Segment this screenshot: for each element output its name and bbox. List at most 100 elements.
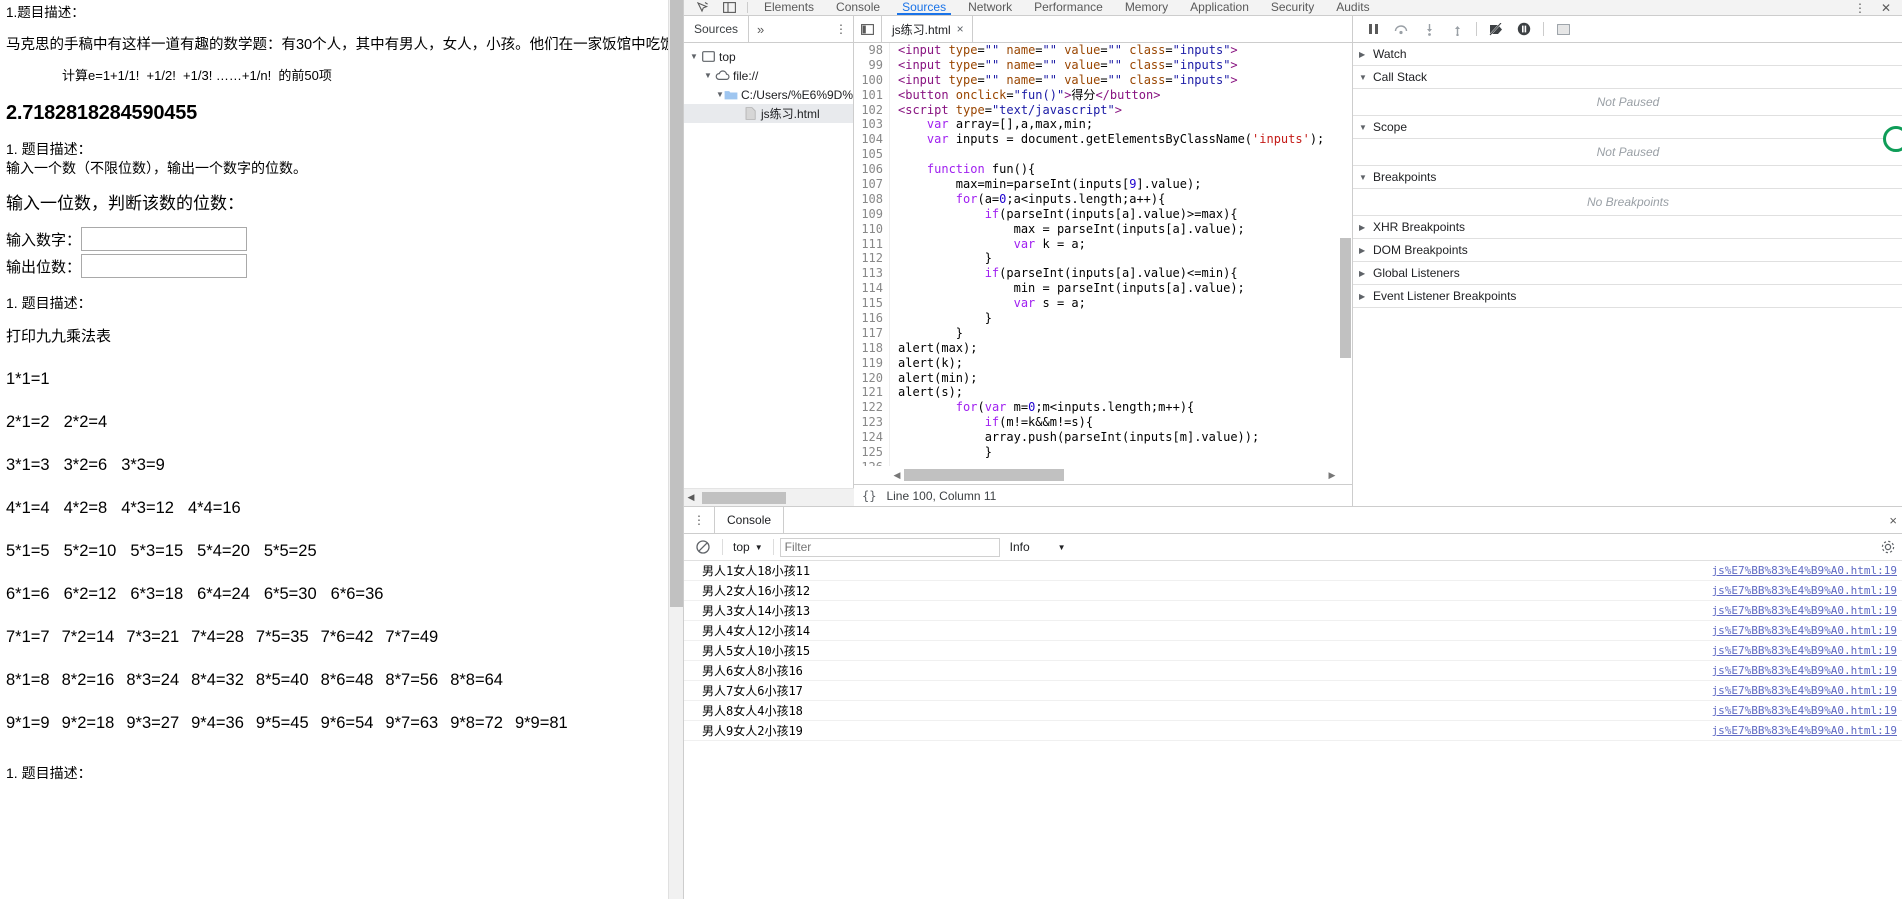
step-into-icon[interactable] bbox=[1415, 16, 1443, 42]
drawer-close-icon[interactable]: × bbox=[1889, 507, 1897, 533]
input-number-field[interactable] bbox=[81, 227, 248, 251]
code-line[interactable]: 107 max=min=parseInt(inputs[9].value); bbox=[854, 177, 1352, 192]
line-number[interactable]: 98 bbox=[854, 43, 890, 58]
console-message-source-link[interactable]: js%E7%BB%83%E4%B9%A0.html:19 bbox=[1712, 604, 1897, 617]
console-context-selector[interactable]: top ▼ bbox=[729, 540, 767, 554]
line-number[interactable]: 123 bbox=[854, 415, 890, 431]
navigator-horizontal-scrollbar[interactable]: ◀ bbox=[684, 488, 854, 506]
console-message-source-link[interactable]: js%E7%BB%83%E4%B9%A0.html:19 bbox=[1712, 624, 1897, 637]
line-number[interactable]: 104 bbox=[854, 132, 890, 148]
page-scrollbar-thumb[interactable] bbox=[670, 0, 683, 607]
line-number[interactable]: 111 bbox=[854, 236, 890, 252]
code-line[interactable]: 115 var s = a; bbox=[854, 296, 1352, 312]
console-filter-input[interactable] bbox=[779, 537, 1000, 557]
code-line[interactable]: 119 alert(k); bbox=[854, 355, 1352, 371]
step-over-icon[interactable] bbox=[1387, 16, 1415, 42]
editor-tab-close-icon[interactable]: × bbox=[957, 23, 964, 35]
line-number[interactable]: 116 bbox=[854, 311, 890, 326]
twisty-expanded-icon[interactable]: ▼ bbox=[688, 52, 700, 61]
tab-console[interactable]: Console bbox=[825, 0, 891, 15]
tab-performance[interactable]: Performance bbox=[1023, 0, 1114, 15]
code-vertical-scrollbar[interactable] bbox=[1339, 43, 1352, 466]
line-number[interactable]: 118 bbox=[854, 340, 890, 356]
twisty-collapsed-icon[interactable]: ▶ bbox=[1359, 50, 1369, 59]
code-line[interactable]: 110 max = parseInt(inputs[a].value); bbox=[854, 221, 1352, 237]
code-scroll-left-arrow[interactable]: ◀ bbox=[890, 470, 904, 481]
console-message-row[interactable]: 男人5女人10小孩15 js%E7%BB%83%E4%B9%A0.html:19 bbox=[684, 641, 1902, 661]
code-line[interactable]: 116 } bbox=[854, 311, 1352, 326]
debugger-section-watch[interactable]: ▶ Watch bbox=[1353, 43, 1902, 66]
code-line[interactable]: 114 min = parseInt(inputs[a].value); bbox=[854, 281, 1352, 297]
nav-scroll-left-arrow[interactable]: ◀ bbox=[684, 492, 698, 503]
code-lines[interactable]: 98 <input type="" name="" value="" class=… bbox=[854, 43, 1352, 466]
console-settings-icon[interactable] bbox=[1881, 534, 1895, 560]
line-number[interactable]: 112 bbox=[854, 251, 890, 267]
pause-icon[interactable] bbox=[1359, 16, 1387, 42]
debugger-section-event-listener-breakpoints[interactable]: ▶ Event Listener Breakpoints bbox=[1353, 285, 1902, 308]
code-line[interactable]: 109 if(parseInt(inputs[a].value)>=max){ bbox=[854, 206, 1352, 222]
code-line[interactable]: 101 <button onclick="fun()">得分</button> bbox=[854, 87, 1352, 103]
code-line[interactable]: 113 if(parseInt(inputs[a].value)<=min){ bbox=[854, 266, 1352, 282]
code-line[interactable]: 122 for(var m=0;m<inputs.length;m++){ bbox=[854, 400, 1352, 416]
debugger-section-call-stack[interactable]: ▼ Call Stack bbox=[1353, 66, 1902, 89]
device-toolbar-icon[interactable] bbox=[716, 0, 742, 15]
line-number[interactable]: 107 bbox=[854, 177, 890, 192]
line-number[interactable]: 117 bbox=[854, 325, 890, 341]
line-number[interactable]: 99 bbox=[854, 57, 890, 73]
tab-application[interactable]: Application bbox=[1179, 0, 1260, 15]
line-number[interactable]: 122 bbox=[854, 400, 890, 416]
line-number[interactable]: 114 bbox=[854, 281, 890, 297]
devtools-close-icon[interactable]: ✕ bbox=[1873, 0, 1899, 15]
twisty-expanded-icon[interactable]: ▼ bbox=[716, 90, 724, 99]
debugger-section-scope[interactable]: ▼ Scope bbox=[1353, 116, 1902, 139]
code-line[interactable]: 108 for(a=0;a<inputs.length;a++){ bbox=[854, 191, 1352, 207]
twisty-expanded-icon[interactable]: ▼ bbox=[1359, 123, 1369, 132]
tab-memory[interactable]: Memory bbox=[1114, 0, 1179, 15]
console-message-source-link[interactable]: js%E7%BB%83%E4%B9%A0.html:19 bbox=[1712, 684, 1897, 697]
line-number[interactable]: 105 bbox=[854, 147, 890, 163]
output-digits-field[interactable] bbox=[81, 254, 248, 278]
file-tree-node-1[interactable]: ▼ file:// bbox=[684, 66, 853, 85]
file-tree-node-2[interactable]: ▼ C:/Users/%E6%9D% bbox=[684, 85, 853, 104]
code-line[interactable]: 123 if(m!=k&&m!=s){ bbox=[854, 415, 1352, 431]
page-vertical-scrollbar[interactable] bbox=[668, 0, 683, 899]
twisty-collapsed-icon[interactable]: ▶ bbox=[1359, 292, 1369, 301]
code-line[interactable]: 120 alert(min); bbox=[854, 370, 1352, 386]
pause-on-exceptions-icon[interactable] bbox=[1510, 16, 1538, 42]
code-line[interactable]: 112 } bbox=[854, 251, 1352, 267]
line-number[interactable]: 108 bbox=[854, 191, 890, 207]
twisty-collapsed-icon[interactable]: ▶ bbox=[1359, 246, 1369, 255]
devtools-menu-icon[interactable]: ⋮ bbox=[1847, 0, 1873, 15]
tab-sources[interactable]: Sources bbox=[891, 0, 957, 15]
code-line[interactable]: 103 var array=[],a,max,min; bbox=[854, 117, 1352, 133]
line-number[interactable]: 103 bbox=[854, 117, 890, 133]
line-number[interactable]: 120 bbox=[854, 370, 890, 386]
code-line[interactable]: 106 function fun(){ bbox=[854, 162, 1352, 178]
navigator-menu-icon[interactable]: ⋮ bbox=[835, 16, 847, 42]
console-message-row[interactable]: 男人3女人14小孩13 js%E7%BB%83%E4%B9%A0.html:19 bbox=[684, 601, 1902, 621]
clear-console-icon[interactable] bbox=[690, 540, 716, 554]
code-scrollbar-thumb[interactable] bbox=[1340, 238, 1351, 358]
console-message-row[interactable]: 男人9女人2小孩19 js%E7%BB%83%E4%B9%A0.html:19 bbox=[684, 721, 1902, 741]
code-line[interactable]: 105 bbox=[854, 147, 1352, 163]
console-message-source-link[interactable]: js%E7%BB%83%E4%B9%A0.html:19 bbox=[1712, 724, 1897, 737]
twisty-expanded-icon[interactable]: ▼ bbox=[1359, 73, 1369, 82]
twisty-expanded-icon[interactable]: ▼ bbox=[1359, 173, 1369, 182]
line-number[interactable]: 121 bbox=[854, 385, 890, 401]
console-level-selector[interactable]: Info ▼ bbox=[1000, 540, 1066, 554]
code-line[interactable]: 98 <input type="" name="" value="" class=… bbox=[854, 43, 1352, 58]
line-number[interactable]: 113 bbox=[854, 266, 890, 282]
file-tree-node-3[interactable]: js练习.html bbox=[684, 104, 853, 123]
code-line[interactable]: 99 <input type="" name="" value="" class=… bbox=[854, 57, 1352, 73]
line-number[interactable]: 102 bbox=[854, 102, 890, 118]
console-message-source-link[interactable]: js%E7%BB%83%E4%B9%A0.html:19 bbox=[1712, 664, 1897, 677]
code-line[interactable]: 117 } bbox=[854, 325, 1352, 341]
console-message-row[interactable]: 男人8女人4小孩18 js%E7%BB%83%E4%B9%A0.html:19 bbox=[684, 701, 1902, 721]
line-number[interactable]: 106 bbox=[854, 162, 890, 178]
console-message-source-link[interactable]: js%E7%BB%83%E4%B9%A0.html:19 bbox=[1712, 704, 1897, 717]
tab-security[interactable]: Security bbox=[1260, 0, 1325, 15]
code-line[interactable]: 100 <input type="" name="" value="" class… bbox=[854, 72, 1352, 88]
code-hscrollbar-thumb[interactable] bbox=[904, 469, 1064, 481]
editor-tab-file[interactable]: js练习.html × bbox=[882, 16, 973, 42]
console-message-source-link[interactable]: js%E7%BB%83%E4%B9%A0.html:19 bbox=[1712, 644, 1897, 657]
